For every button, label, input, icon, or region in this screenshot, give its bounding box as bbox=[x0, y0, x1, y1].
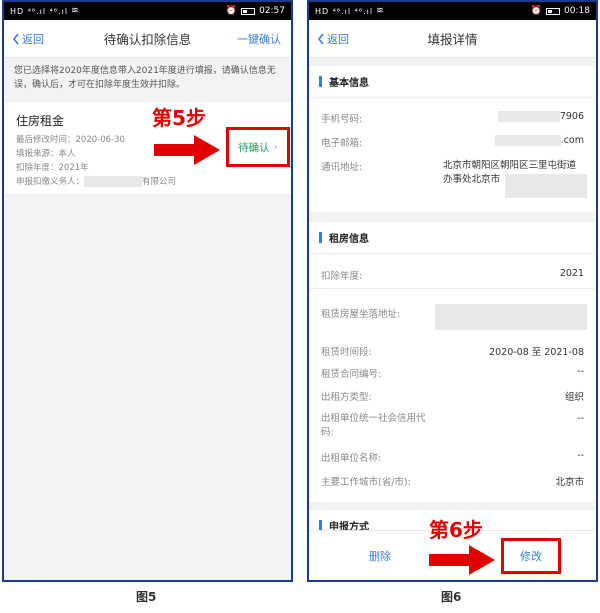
credit-code-row: 出租单位统一社会信用代 码: -- bbox=[321, 412, 584, 440]
chevron-left-icon bbox=[317, 33, 324, 44]
back-label: 返回 bbox=[327, 32, 349, 46]
period-label: 租赁时间段: bbox=[321, 347, 372, 358]
lessor-name-value: -- bbox=[577, 450, 584, 461]
credit-label-2: 码: bbox=[321, 427, 334, 438]
section-title: 基本信息 bbox=[329, 78, 369, 89]
credit-label-1: 出租单位统一社会信用代 bbox=[321, 413, 426, 424]
city-label: 主要工作城市(省/市): bbox=[321, 477, 411, 488]
contract-value: -- bbox=[577, 366, 584, 377]
arrow-right-icon bbox=[154, 135, 220, 165]
redacted-block bbox=[497, 111, 560, 122]
nav-bar: 返回 待确认扣除信息 一键确认 bbox=[4, 20, 291, 58]
redacted-block bbox=[494, 135, 561, 146]
pending-confirm-button[interactable]: 待确认 › bbox=[226, 127, 290, 167]
status-bar: HD ⁴⁶.ıl ⁴⁶.ıl ≋ ⏰ 02:57 bbox=[4, 2, 291, 20]
chevron-right-icon: › bbox=[273, 141, 278, 153]
nav-bar: 返回 填报详情 bbox=[309, 20, 596, 58]
address-line1: 北京市朝阳区朝阳区三里屯街道 bbox=[443, 160, 577, 171]
period-row: 租赁时间段: 2020-08 至 2021-08 bbox=[321, 344, 584, 358]
period-value: 2020-08 至 2021-08 bbox=[489, 347, 584, 358]
wifi-icon: ≋ bbox=[376, 6, 384, 16]
notice-text: 您已选择将2020年度信息带入2021年度进行填报，请确认信息无误，确认后，才可… bbox=[14, 66, 276, 90]
lessor-type-row: 出租方类型: 组织 bbox=[321, 389, 584, 403]
email-label: 电子邮箱: bbox=[321, 138, 363, 149]
wifi-icon: ≋ bbox=[71, 6, 79, 16]
rental-info-block: 扣除年度: 2021 租赁房屋坐落地址: 租赁时间段: 2020-08 至 20… bbox=[309, 254, 596, 502]
phone-value: 7906 bbox=[559, 111, 584, 122]
step-6-label: 第6步 bbox=[429, 518, 483, 542]
confirm-all-button[interactable]: 一键确认 bbox=[237, 31, 281, 47]
divider bbox=[309, 288, 596, 289]
back-button[interactable]: 返回 bbox=[317, 31, 349, 47]
credit-value: -- bbox=[577, 413, 584, 424]
clock: 02:57 bbox=[259, 6, 285, 16]
screen-filing-details: HD ⁴⁶.ıl ⁴⁶.ıl ≋ ⏰ 00:18 返回 填报详情 基本信息 手机… bbox=[307, 0, 598, 582]
year-row: 扣除年度: 2021 bbox=[321, 268, 584, 282]
year-value: 2021 bbox=[559, 268, 584, 279]
email-row: 电子邮箱: .com bbox=[321, 135, 584, 149]
edit-label: 修改 bbox=[520, 550, 542, 563]
alarm-icon: ⏰ bbox=[530, 6, 543, 16]
city-value: 北京市 bbox=[555, 477, 584, 488]
caption-right: 图6 bbox=[441, 590, 462, 604]
year-label: 扣除年度: bbox=[321, 271, 363, 282]
status-bar: HD ⁴⁶.ıl ⁴⁶.ıl ≋ ⏰ 00:18 bbox=[309, 2, 596, 20]
contract-row: 租赁合同编号: -- bbox=[321, 366, 584, 380]
section-rental-info: 租房信息 bbox=[309, 222, 596, 254]
redacted-block bbox=[505, 174, 587, 198]
redacted-block bbox=[435, 304, 587, 330]
battery-icon bbox=[241, 7, 256, 15]
battery-icon bbox=[546, 7, 561, 15]
lessor-type-label: 出租方类型: bbox=[321, 392, 372, 403]
back-button[interactable]: 返回 bbox=[12, 31, 44, 47]
section-title: 租房信息 bbox=[329, 234, 369, 245]
basic-info-block: 手机号码: 7906 电子邮箱: .com 通讯地址: 北京市朝阳区朝阳区三里屯… bbox=[309, 98, 596, 212]
city-row: 主要工作城市(省/市): 北京市 bbox=[321, 474, 584, 488]
withholding-agent: 申报扣缴义务人： 有限公司 bbox=[16, 175, 279, 189]
section-basic-info: 基本信息 bbox=[309, 66, 596, 98]
phone-row: 手机号码: 7906 bbox=[321, 111, 584, 125]
delete-button[interactable]: 删除 bbox=[369, 548, 391, 564]
address-row: 通讯地址: 北京市朝阳区朝阳区三里屯街道 办事处北京市 bbox=[321, 159, 587, 198]
email-value: .com bbox=[560, 135, 584, 146]
address-label: 通讯地址: bbox=[321, 162, 363, 173]
arrow-right-icon bbox=[429, 545, 495, 575]
agent-suffix: 有限公司 bbox=[142, 177, 177, 187]
location-row: 租赁房屋坐落地址: bbox=[321, 304, 587, 330]
alarm-icon: ⏰ bbox=[225, 6, 238, 16]
back-label: 返回 bbox=[22, 32, 44, 46]
location-label: 租赁房屋坐落地址: bbox=[321, 309, 401, 320]
redacted-block bbox=[84, 176, 143, 187]
caption-left: 图5 bbox=[136, 590, 157, 604]
page-title: 填报详情 bbox=[427, 32, 478, 47]
section-marker bbox=[319, 76, 322, 87]
screen-pending-deductions: HD ⁴⁶.ıl ⁴⁶.ıl ≋ ⏰ 02:57 返回 待确认扣除信息 一键确认… bbox=[2, 0, 293, 582]
address-line2: 办事处北京市 bbox=[443, 174, 501, 185]
step-5-label: 第5步 bbox=[152, 106, 206, 130]
lessor-name-row: 出租单位名称: -- bbox=[321, 450, 584, 464]
lessor-type-value: 组织 bbox=[564, 392, 584, 403]
lessor-name-label: 出租单位名称: bbox=[321, 453, 382, 464]
pending-label: 待确认 bbox=[238, 141, 270, 154]
clock: 00:18 bbox=[564, 6, 590, 16]
section-marker bbox=[319, 232, 322, 243]
phone-label: 手机号码: bbox=[321, 114, 363, 125]
signal-indicator: HD ⁴⁶.ıl ⁴⁶.ıl bbox=[10, 6, 69, 16]
contract-label: 租赁合同编号: bbox=[321, 369, 382, 380]
signal-indicator: HD ⁴⁶.ıl ⁴⁶.ıl bbox=[315, 6, 374, 16]
chevron-left-icon bbox=[12, 33, 19, 44]
agent-label: 申报扣缴义务人： bbox=[16, 177, 85, 187]
edit-button[interactable]: 修改 bbox=[501, 538, 561, 574]
